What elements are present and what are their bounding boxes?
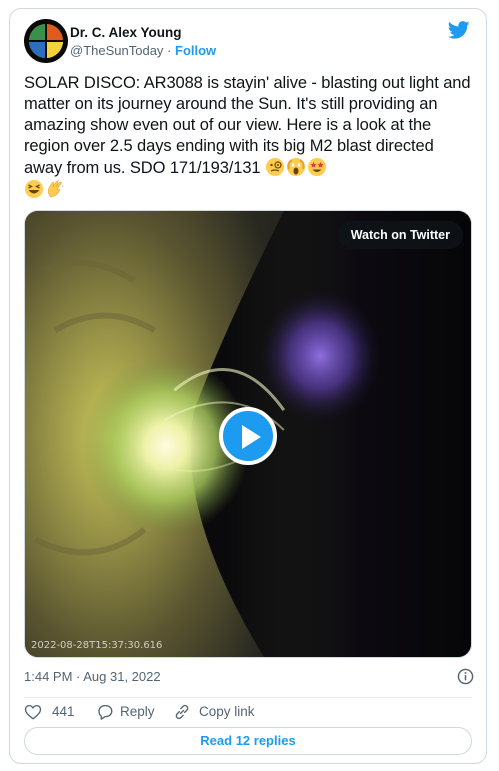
copy-link-label: Copy link: [199, 704, 255, 719]
info-icon[interactable]: [457, 668, 474, 685]
tweet-card: Dr. C. Alex Young @TheSunToday · Follow …: [9, 8, 487, 764]
like-count: 441: [52, 704, 75, 719]
star-struck-emoji: [307, 158, 326, 176]
emoji-row-2: [24, 179, 66, 199]
play-button[interactable]: [219, 407, 277, 465]
tweet-text: SOLAR DISCO: AR3088 is stayin' alive - b…: [24, 74, 471, 177]
avatar-sun-image: [24, 19, 68, 63]
author-handle-row: @TheSunToday · Follow: [70, 42, 216, 59]
face-with-monocle-emoji: [265, 158, 284, 176]
watch-on-twitter-button[interactable]: Watch on Twitter: [337, 221, 463, 249]
reply-button[interactable]: Reply: [96, 702, 176, 722]
play-icon: [242, 425, 261, 449]
follow-link[interactable]: Follow: [175, 43, 216, 58]
handle-separator: ·: [167, 43, 172, 58]
heart-icon: [24, 704, 42, 720]
video-media[interactable]: Watch on Twitter 2022-08-28T15:37:30.616: [24, 210, 472, 658]
twitter-bird-icon[interactable]: [448, 21, 470, 39]
tweet-body: SOLAR DISCO: AR3088 is stayin' alive - b…: [24, 73, 476, 201]
face-screaming-emoji: [286, 158, 305, 176]
grinning-squinting-face-emoji: [25, 180, 43, 198]
tweet-header: Dr. C. Alex Young @TheSunToday · Follow: [24, 19, 472, 63]
divider: [24, 697, 472, 698]
reply-label: Reply: [120, 704, 155, 719]
tweet-time[interactable]: 1:44 PM · Aug 31, 2022: [24, 669, 161, 684]
tweet-actions: 441 Reply Copy link: [24, 702, 476, 722]
author-display-name[interactable]: Dr. C. Alex Young: [70, 25, 216, 41]
emoji-row-1: [265, 158, 328, 177]
avatar[interactable]: [24, 19, 68, 63]
link-icon: [175, 704, 189, 720]
tweet-meta: 1:44 PM · Aug 31, 2022: [24, 668, 476, 686]
author-info: Dr. C. Alex Young @TheSunToday · Follow: [70, 25, 216, 59]
copy-link-button[interactable]: Copy link: [173, 702, 273, 722]
clapping-hands-emoji: [48, 179, 64, 198]
like-button[interactable]: 441: [24, 702, 84, 722]
read-replies-button[interactable]: Read 12 replies: [24, 727, 472, 755]
video-frame-timestamp: 2022-08-28T15:37:30.616: [31, 640, 163, 651]
reply-bubble-icon: [98, 704, 113, 720]
author-handle[interactable]: @TheSunToday: [70, 43, 163, 58]
